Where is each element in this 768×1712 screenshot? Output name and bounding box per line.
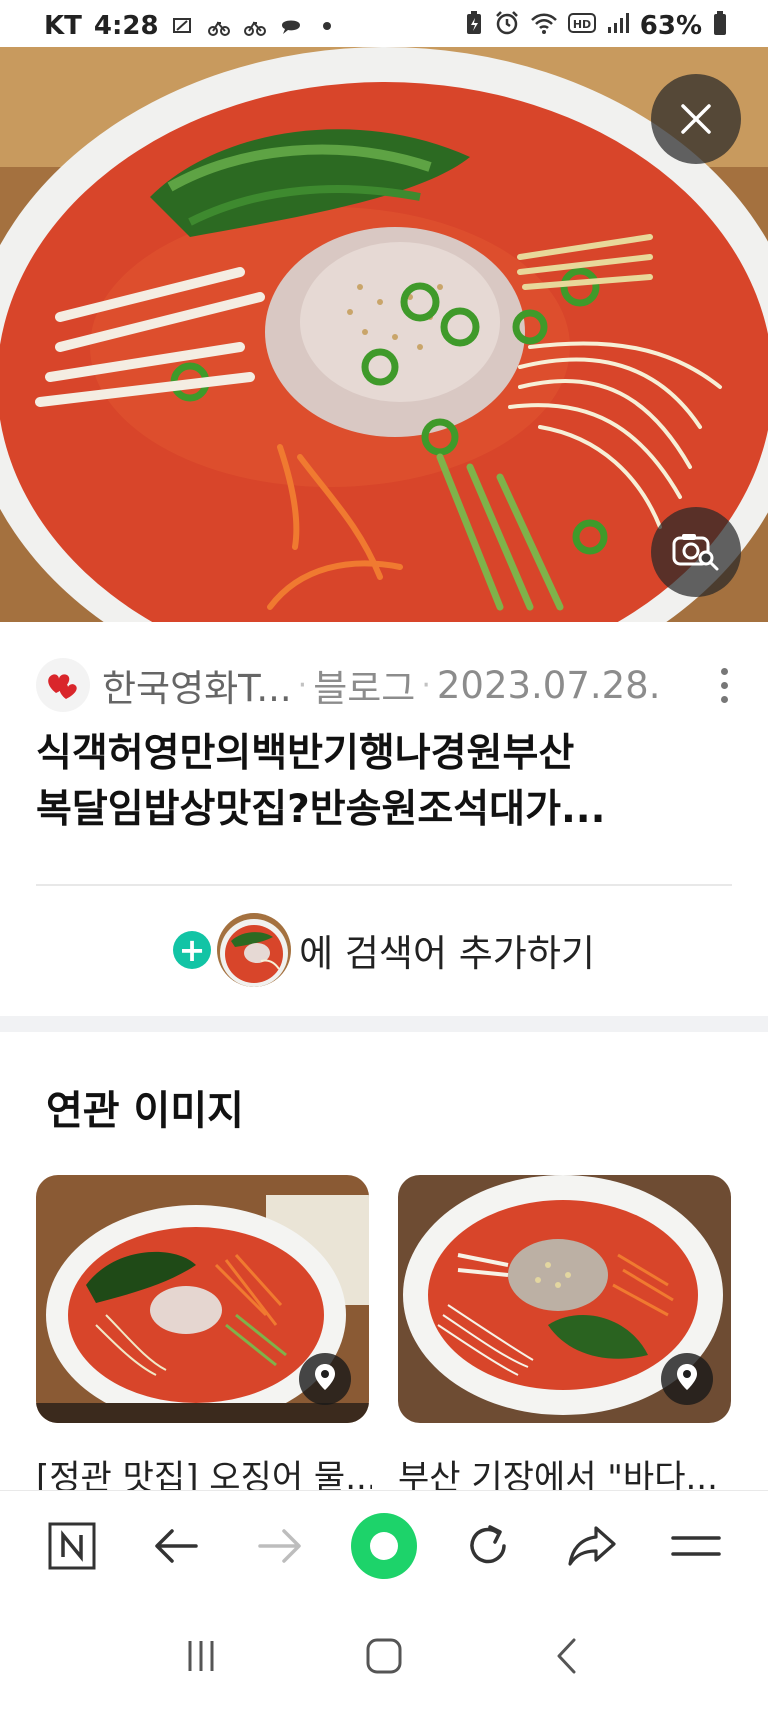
- battery-percent: 63%: [639, 11, 702, 41]
- refresh-button[interactable]: [453, 1513, 523, 1583]
- source-row: 한국영화T... · 블로그 · 2023.07.28.: [36, 655, 736, 715]
- status-left: KT 4:28: [44, 11, 339, 41]
- image-thumbnail: [217, 913, 292, 987]
- clock: 4:28: [93, 11, 159, 41]
- recent-apps-icon: [183, 1638, 219, 1678]
- naver-home-icon: [47, 1521, 97, 1575]
- separator: ·: [421, 667, 431, 703]
- location-pin-icon: [314, 1363, 336, 1395]
- image-search-button[interactable]: [651, 507, 741, 597]
- status-right: HD 63%: [464, 10, 728, 43]
- back-nav-button[interactable]: [537, 1628, 597, 1688]
- location-pin-icon: [676, 1363, 698, 1395]
- forward-icon: [258, 1528, 302, 1568]
- home-icon: [365, 1637, 403, 1679]
- alarm-icon: [494, 10, 520, 43]
- source-name[interactable]: 한국영화T...: [102, 658, 292, 712]
- close-icon: [679, 102, 713, 136]
- add-to-search-button[interactable]: + 에 검색어 추가하기: [0, 912, 768, 988]
- refresh-icon: [464, 1522, 512, 1574]
- separator: ·: [297, 667, 308, 703]
- screenshot-icon: [171, 14, 195, 38]
- svg-text:HD: HD: [573, 18, 591, 31]
- add-search-label: 에 검색어 추가하기: [299, 932, 595, 975]
- post-title-line-2: 복달임밥상맛집?반송원조석대가...: [36, 787, 606, 832]
- more-options-icon[interactable]: [712, 667, 736, 703]
- bike-icon: [243, 14, 267, 38]
- post-date: 2023.07.28.: [436, 663, 661, 707]
- recent-apps-button[interactable]: [171, 1628, 231, 1688]
- location-pin-button[interactable]: [661, 1353, 713, 1405]
- post-title[interactable]: 식객허영만의백반기행나경원부산 복달임밥상맛집?반송원조석대가...: [36, 726, 736, 838]
- browser-toolbar: [0, 1490, 768, 1604]
- menu-button[interactable]: [661, 1513, 731, 1583]
- image-search-icon: [672, 532, 720, 572]
- chat-bubble-icon: [279, 14, 303, 38]
- section-separator: [0, 1016, 768, 1032]
- back-nav-icon: [554, 1637, 580, 1679]
- share-icon: [567, 1524, 617, 1572]
- home-nav-button[interactable]: [354, 1628, 414, 1688]
- bike-icon: [207, 14, 231, 38]
- dot-icon: [315, 14, 339, 38]
- green-dot-button[interactable]: [349, 1512, 419, 1584]
- battery-saver-icon: [464, 10, 484, 43]
- carrier-label: KT: [44, 11, 82, 41]
- divider: [36, 884, 732, 886]
- source-type: 블로그: [313, 667, 416, 710]
- share-button[interactable]: [557, 1513, 627, 1583]
- wifi-icon: [530, 11, 558, 42]
- naver-home-button[interactable]: [37, 1513, 107, 1583]
- plus-icon: +: [173, 931, 212, 969]
- location-pin-button[interactable]: [299, 1353, 351, 1405]
- forward-button[interactable]: [245, 1513, 315, 1583]
- source-avatar[interactable]: [36, 658, 90, 712]
- back-icon: [154, 1528, 198, 1568]
- related-image-1[interactable]: [36, 1175, 369, 1423]
- related-images-heading: 연관 이미지: [46, 1088, 244, 1134]
- back-button[interactable]: [141, 1513, 211, 1583]
- green-dot-icon: [350, 1512, 418, 1584]
- post-title-line-1: 식객허영만의백반기행나경원부산: [36, 731, 575, 776]
- status-bar: KT 4:28 HD 63%: [0, 0, 768, 52]
- menu-icon: [671, 1531, 721, 1565]
- battery-icon: [712, 10, 728, 43]
- signal-icon: [606, 11, 630, 42]
- close-button[interactable]: [651, 74, 741, 164]
- system-nav-bar: [0, 1604, 768, 1712]
- hd-icon: HD: [567, 11, 596, 41]
- main-image[interactable]: [0, 47, 768, 622]
- related-image-2[interactable]: [398, 1175, 731, 1423]
